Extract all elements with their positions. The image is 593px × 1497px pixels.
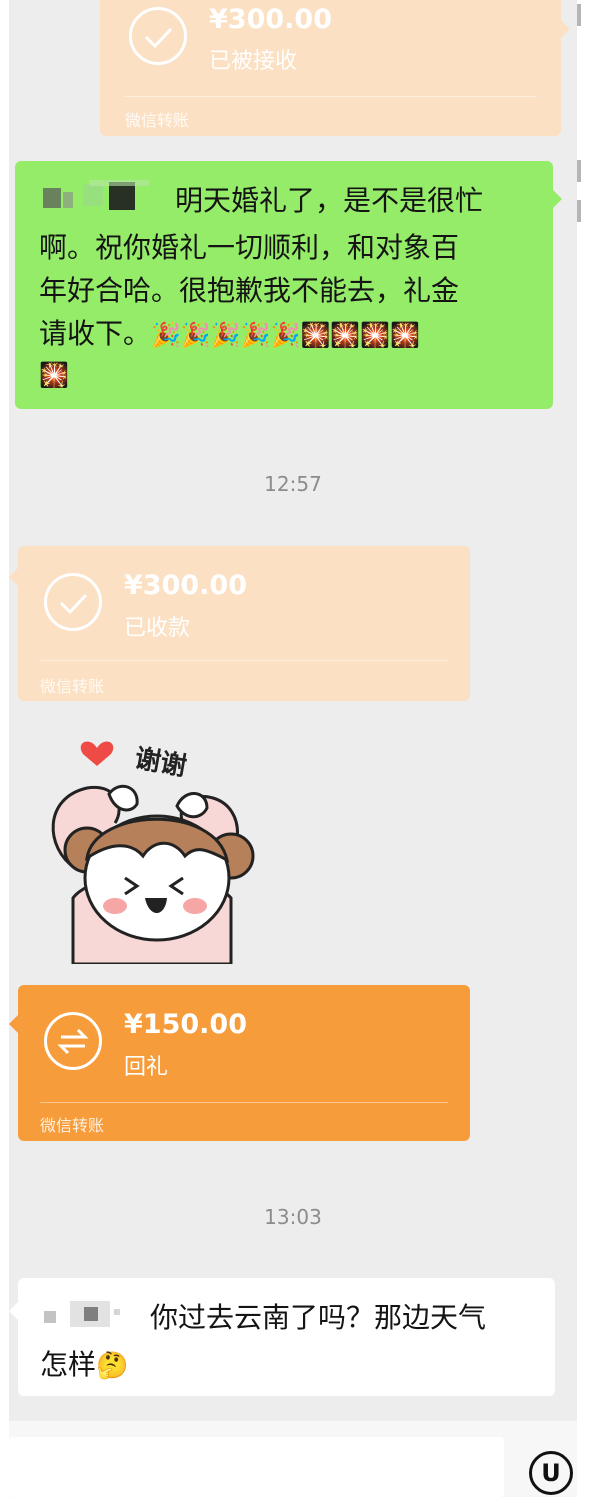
transfer-card-sent[interactable]: ¥300.00 已被接收 微信转账 [100,0,561,136]
transfer-card-received[interactable]: ¥300.00 已收款 微信转账 [18,546,470,701]
outgoing-message-bubble[interactable]: 明天婚礼了，是不是很忙 啊。祝你婚礼一切顺利，和对象百 年好合哈。很抱歉我不能去… [15,161,553,409]
thinking-emoji: 🤔 [96,1351,129,1381]
bubble-tail [9,1302,18,1320]
transfer-footer: 微信转账 [40,677,105,696]
transfer-divider [40,660,448,661]
message-text: 请收下。 [39,317,152,350]
message-line: 请收下。🎉🎉🎉🎉🎉🎇🎇🎇🎇 [39,312,531,357]
transfer-amount: ¥150.00 [124,1009,247,1040]
timestamp: 12:57 [264,472,322,496]
thanks-sticker[interactable]: 谢谢 [35,728,265,966]
transfer-footer: 微信转账 [40,1116,105,1135]
transfer-amount: ¥300.00 [209,4,332,35]
message-line: 年好合哈。很抱歉我不能去，礼金 [39,274,460,307]
blurred-contact-name [40,1295,144,1343]
transfer-card-return[interactable]: ¥150.00 回礼 微信转账 [18,985,470,1141]
timestamp: 13:03 [264,1205,322,1229]
message-line: 怎样🤔 [40,1343,533,1388]
transfer-footer: 微信转账 [125,111,190,130]
bubble-tail [9,1015,18,1033]
bubble-tail [553,190,562,208]
message-text: 怎样 [40,1348,97,1381]
scroll-strip [577,0,593,1497]
message-text: 明天婚礼了，是不是很忙 [175,184,484,217]
transfer-status: 回礼 [124,1055,169,1080]
transfer-status: 已被接收 [209,49,298,74]
message-line: 明天婚礼了，是不是很忙 [39,178,531,226]
transfer-amount: ¥300.00 [124,570,247,601]
message-line: 你过去云南了吗？那边天气 [40,1295,533,1343]
bubble-tail [9,568,18,586]
incoming-message-bubble[interactable]: 你过去云南了吗？那边天气 怎样🤔 [18,1278,555,1396]
message-line: 啊。祝你婚礼一切顺利，和对象百 [39,231,460,264]
bubble-tail [561,20,570,38]
fireworks-emojis: 🎇🎇🎇🎇 [300,321,420,349]
voice-icon[interactable]: U [529,1451,573,1495]
message-input[interactable] [9,1437,504,1497]
exchange-icon [44,1012,102,1070]
check-circle-icon [129,7,187,65]
message-text: 你过去云南了吗？那边天气 [150,1301,487,1334]
transfer-status: 已收款 [124,616,191,641]
blurred-contact-name [39,178,169,226]
transfer-divider [125,96,537,97]
party-popper-emojis: 🎉🎉🎉🎉🎉 [151,321,301,349]
input-bar: U [9,1421,577,1497]
chat-area[interactable]: ¥300.00 已被接收 微信转账 明天婚礼了，是不是很忙 啊。祝你婚礼一切顺利… [9,0,577,1421]
message-line: 🎇 [39,361,69,389]
transfer-divider [40,1102,448,1103]
check-circle-icon [44,573,102,631]
